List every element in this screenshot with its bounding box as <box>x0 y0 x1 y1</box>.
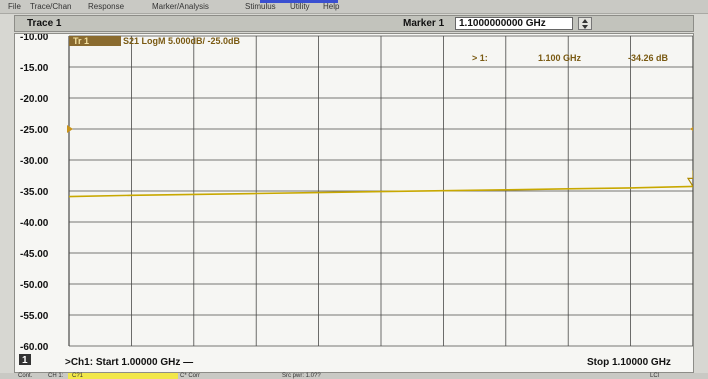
y-tick-label: -35.00 <box>20 187 49 198</box>
status-source-power: Src pwr: 1.0?? <box>282 373 321 379</box>
spin-down-icon[interactable] <box>582 25 588 29</box>
trace-id: Tr 1 <box>73 36 89 46</box>
start-frequency: >Ch1: Start 1.00000 GHz — <box>65 357 193 368</box>
y-tick-label: -55.00 <box>20 311 49 322</box>
channel-number: 1 <box>22 355 28 366</box>
y-tick-label: -20.00 <box>20 94 49 105</box>
menu-file[interactable]: File <box>8 0 21 13</box>
menu-marker-analysis[interactable]: Marker/Analysis <box>152 0 209 13</box>
status-lcl: LCl <box>650 373 660 379</box>
menu-response[interactable]: Response <box>88 0 124 13</box>
y-tick-label: -15.00 <box>20 63 49 74</box>
chart-frame: -10.00 -15.00 -20.00 -25.00 -30.00 -35.00 -40.… <box>14 33 694 373</box>
selection-underline <box>260 0 338 3</box>
status-channel: CH 1: <box>48 373 64 379</box>
y-tick-label: -10.00 <box>20 34 49 43</box>
y-axis-ticks: -10.00 -15.00 -20.00 -25.00 -30.00 -35.00 -40.… <box>20 34 49 353</box>
markers <box>686 170 693 188</box>
status-highlight <box>68 373 178 379</box>
marker-readout-frequency: 1.100 GHz <box>538 53 582 63</box>
marker-readout-value: -34.26 dB <box>628 53 669 63</box>
menu-bar: File Trace/Chan Response Marker/Analysis… <box>0 0 708 14</box>
trace-chart[interactable]: -10.00 -15.00 -20.00 -25.00 -30.00 -35.00 -40.… <box>15 34 693 372</box>
y-tick-label: -45.00 <box>20 249 49 260</box>
status-bar: Cont. CH 1: C?1 C* Corr Src pwr: 1.0?? L… <box>0 373 708 379</box>
status-mode: Cont. <box>18 373 33 379</box>
marker-1-triangle-icon[interactable] <box>686 177 693 188</box>
menu-trace-chan[interactable]: Trace/Chan <box>30 0 72 13</box>
vna-application: File Trace/Chan Response Marker/Analysis… <box>0 0 708 379</box>
y-tick-label: -30.00 <box>20 156 49 167</box>
trace-title-bar: Trace 1 Marker 1 1.1000000000 GHz <box>14 15 694 32</box>
reference-level-left-arrow-icon <box>67 125 73 133</box>
trace-title[interactable]: Trace 1 <box>27 16 61 31</box>
marker-label: Marker 1 <box>403 18 445 29</box>
trace-format-label: S21 LogM 5.000dB/ -25.0dB <box>123 36 241 46</box>
marker-frequency-spinner[interactable] <box>578 17 592 30</box>
marker-frequency-input[interactable]: 1.1000000000 GHz <box>455 17 573 30</box>
stop-frequency: Stop 1.10000 GHz <box>587 357 671 368</box>
marker-readout-name: > 1: <box>472 53 488 63</box>
y-tick-label: -25.00 <box>20 125 49 136</box>
spin-up-icon[interactable] <box>582 19 588 23</box>
y-tick-label: -40.00 <box>20 218 49 229</box>
y-tick-label: -50.00 <box>20 280 49 291</box>
y-tick-label: -60.00 <box>20 342 49 353</box>
status-trace: C?1 <box>72 373 84 379</box>
status-correction: C* Corr <box>180 373 201 379</box>
